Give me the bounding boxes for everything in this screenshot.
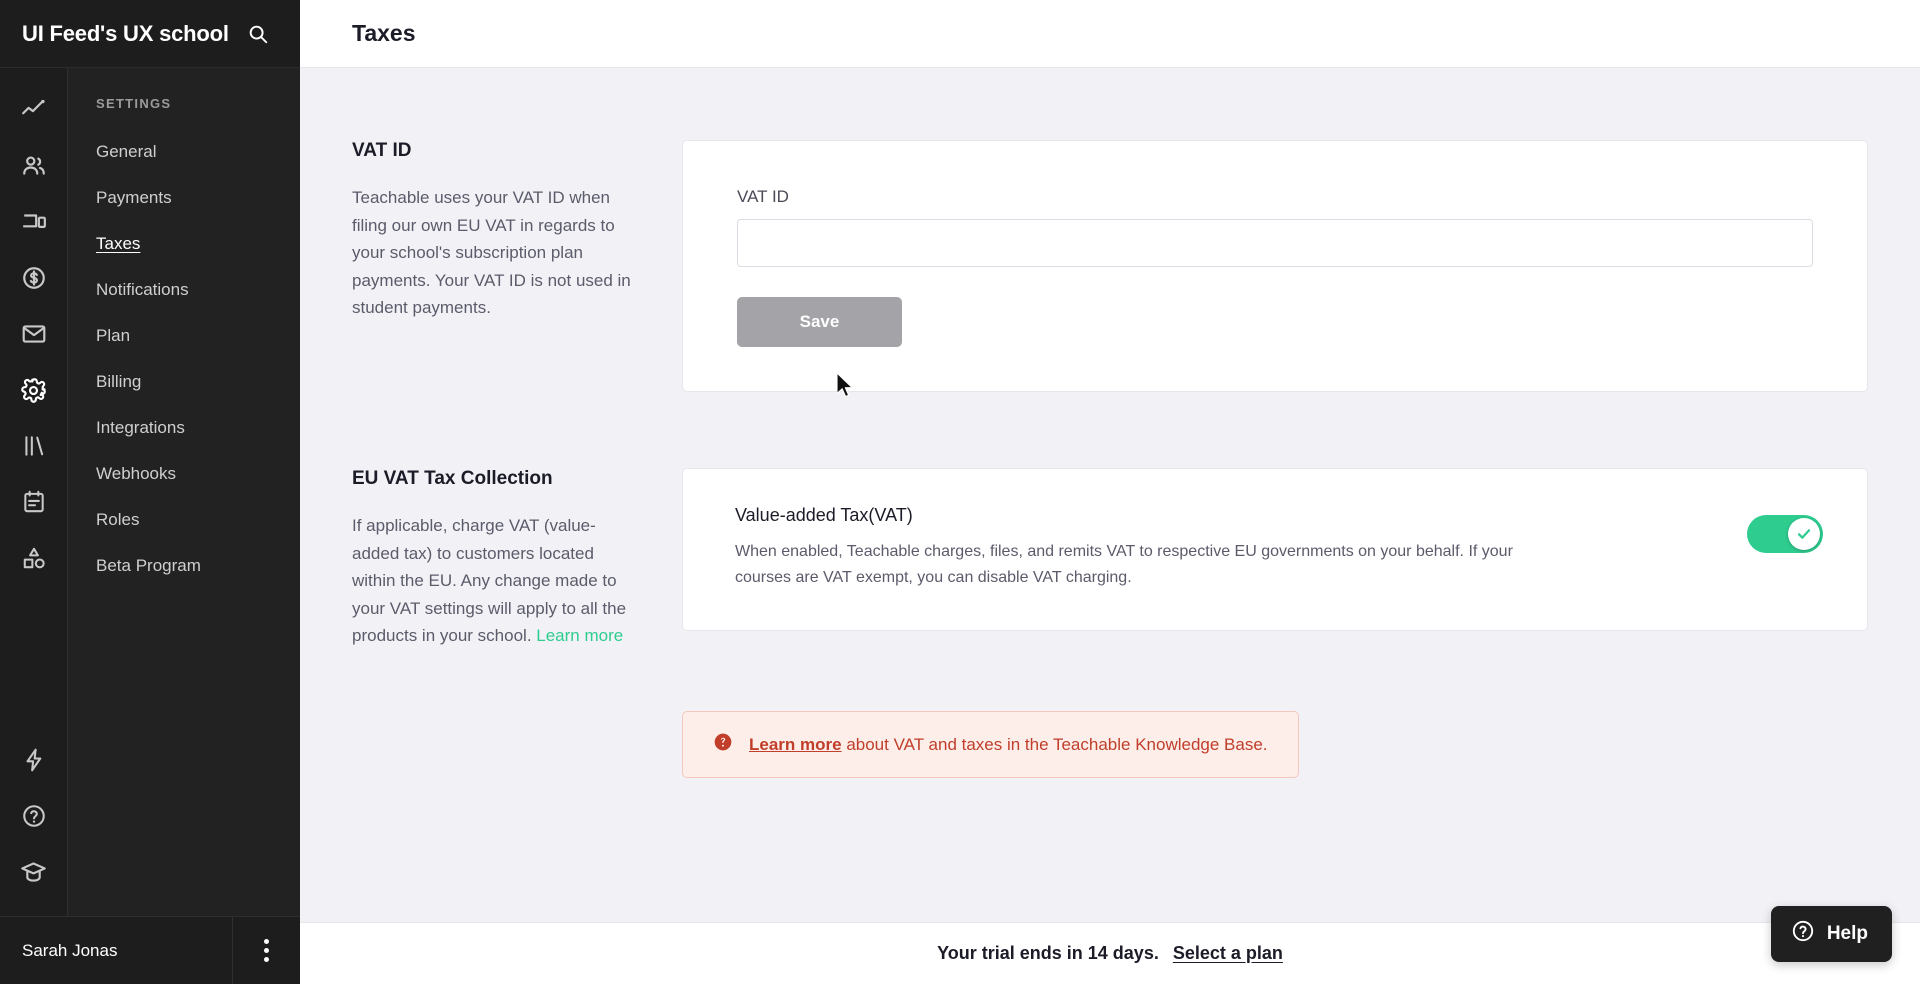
brand-title: UI Feed's UX school — [22, 20, 229, 46]
vat-id-section: VAT ID Teachable uses your VAT ID when f… — [352, 140, 1868, 392]
sidebar-item-label: Taxes — [96, 234, 141, 253]
brand-bar: UI Feed's UX school — [0, 0, 300, 68]
alert-row: Learn more about VAT and taxes in the Te… — [682, 711, 1868, 779]
graduation-cap-icon[interactable] — [12, 844, 56, 900]
sidebar-item-beta-program[interactable]: Beta Program — [68, 543, 300, 589]
sidebar-item-label: General — [96, 142, 157, 161]
bolt-icon[interactable] — [12, 732, 56, 788]
apps-icon[interactable] — [12, 530, 56, 586]
vat-card-description: When enabled, Teachable charges, files, … — [735, 543, 1513, 586]
vat-toggle-switch[interactable] — [1747, 515, 1823, 553]
sidebar-item-notifications[interactable]: Notifications — [68, 267, 300, 313]
sidebar-item-general[interactable]: General — [68, 129, 300, 175]
settings-nav: SETTINGS General Payments Taxes Notifica… — [68, 68, 300, 916]
users-icon[interactable] — [12, 138, 56, 194]
help-circle-filled-icon — [713, 732, 733, 757]
sidebar-item-label: Roles — [96, 510, 140, 529]
check-icon — [1797, 529, 1811, 539]
nav-section-heading: SETTINGS — [96, 96, 172, 111]
alert-text: about VAT and taxes in the Teachable Kno… — [841, 734, 1268, 754]
alert-learn-more-link[interactable]: Learn more — [749, 735, 842, 754]
eu-vat-description-column: EU VAT Tax Collection If applicable, cha… — [352, 468, 682, 650]
vat-id-title: VAT ID — [352, 140, 412, 161]
email-icon[interactable] — [12, 306, 56, 362]
vat-toggle-text: Value-added Tax(VAT) When enabled, Teach… — [735, 505, 1747, 590]
help-circle-filled-glyph — [714, 733, 732, 751]
help-circle-icon[interactable] — [12, 788, 56, 844]
library-icon[interactable] — [12, 418, 56, 474]
content-area: VAT ID Teachable uses your VAT ID when f… — [300, 68, 1920, 922]
vat-id-field-label: VAT ID — [737, 187, 789, 206]
user-bar: Sarah Jonas — [0, 916, 300, 984]
vat-id-description: Teachable uses your VAT ID when filing o… — [352, 188, 631, 318]
trial-text: Your trial ends in 14 days. — [937, 943, 1159, 963]
kebab-menu-icon[interactable] — [232, 916, 300, 984]
sidebar-item-payments[interactable]: Payments — [68, 175, 300, 221]
sidebar-item-plan[interactable]: Plan — [68, 313, 300, 359]
help-button-label: Help — [1826, 923, 1868, 944]
vat-id-input[interactable] — [737, 219, 1813, 267]
sidebar-item-label: Beta Program — [96, 556, 201, 575]
analytics-icon[interactable] — [12, 82, 56, 138]
sidebar-item-webhooks[interactable]: Webhooks — [68, 451, 300, 497]
sidebar-item-billing[interactable]: Billing — [68, 359, 300, 405]
sidebar-item-label: Billing — [96, 372, 142, 391]
eu-vat-section: EU VAT Tax Collection If applicable, cha… — [352, 468, 1868, 779]
topbar: Taxes — [300, 0, 1920, 68]
vat-id-form-column: VAT ID Save — [682, 140, 1868, 392]
save-button[interactable]: Save — [737, 297, 902, 347]
sidebar-item-label: Webhooks — [96, 464, 177, 483]
site-icon[interactable] — [12, 194, 56, 250]
vat-card-title: Value-added Tax(VAT) — [735, 505, 913, 525]
eu-vat-description: If applicable, charge VAT (value-added t… — [352, 512, 642, 650]
kebab-dots — [264, 939, 269, 962]
toggle-knob — [1788, 518, 1820, 550]
knowledge-base-alert: Learn more about VAT and taxes in the Te… — [682, 711, 1299, 779]
vat-toggle-card: Value-added Tax(VAT) When enabled, Teach… — [682, 468, 1868, 632]
app-root: UI Feed's UX school SETTINGS General Pay… — [0, 0, 1920, 984]
sidebar-item-label: Integrations — [96, 418, 185, 437]
user-name: Sarah Jonas — [22, 940, 118, 960]
settings-icon[interactable] — [12, 362, 56, 418]
vat-id-card: VAT ID Save — [682, 140, 1868, 392]
vat-id-description-column: VAT ID Teachable uses your VAT ID when f… — [352, 140, 682, 322]
eu-vat-card-column: Value-added Tax(VAT) When enabled, Teach… — [682, 468, 1868, 779]
sidebar-item-taxes[interactable]: Taxes — [68, 221, 300, 267]
sidebar-body: SETTINGS General Payments Taxes Notifica… — [0, 68, 300, 916]
sidebar-item-integrations[interactable]: Integrations — [68, 405, 300, 451]
eu-vat-learn-more-link[interactable]: Learn more — [536, 626, 623, 645]
calendar-icon[interactable] — [12, 474, 56, 530]
sidebar: UI Feed's UX school SETTINGS General Pay… — [0, 0, 300, 984]
help-button[interactable]: Help — [1770, 906, 1892, 962]
main-area: Taxes VAT ID Teachable uses your VAT ID … — [300, 0, 1920, 984]
trial-footer: Your trial ends in 14 days. Select a pla… — [300, 922, 1920, 984]
page-title: Taxes — [352, 20, 416, 46]
eu-vat-title: EU VAT Tax Collection — [352, 468, 553, 489]
alert-message: Learn more about VAT and taxes in the Te… — [749, 735, 1268, 755]
sidebar-item-roles[interactable]: Roles — [68, 497, 300, 543]
sidebar-item-label: Plan — [96, 326, 131, 345]
select-a-plan-link[interactable]: Select a plan — [1173, 943, 1283, 964]
question-circle-icon — [1791, 919, 1815, 949]
sidebar-item-label: Payments — [96, 188, 172, 207]
search-icon[interactable] — [245, 21, 271, 47]
icon-rail — [0, 68, 68, 916]
sidebar-item-label: Notifications — [96, 280, 189, 299]
sales-icon[interactable] — [12, 250, 56, 306]
